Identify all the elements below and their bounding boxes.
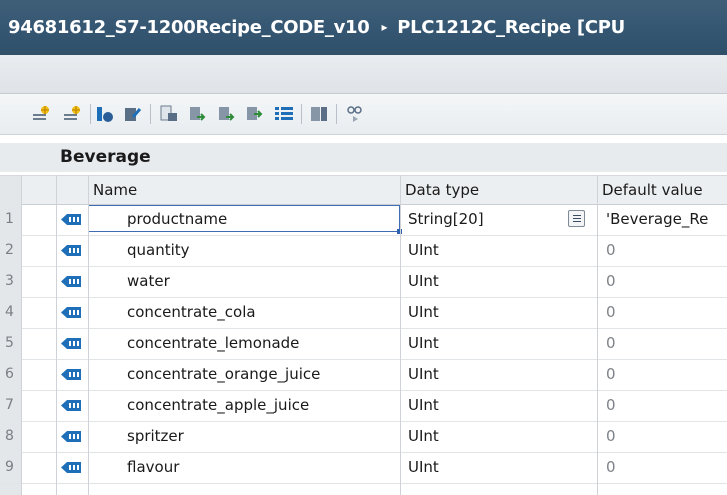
default-value[interactable]: 0 — [606, 266, 616, 297]
table-header: Name Data type Default value — [0, 175, 727, 205]
apply-values-icon[interactable] — [245, 105, 265, 123]
column-header-default-value[interactable]: Default value — [602, 176, 703, 204]
variable-name[interactable]: concentrate_orange_juice — [127, 359, 320, 390]
data-type[interactable]: UInt — [408, 297, 439, 328]
default-value[interactable]: 0 — [606, 452, 616, 483]
row-number: 1 — [0, 204, 21, 235]
variable-name[interactable]: concentrate_cola — [127, 297, 256, 328]
settings-icon[interactable] — [309, 105, 329, 123]
input-parameter-icon — [61, 400, 81, 411]
row-number-header — [0, 176, 21, 204]
variable-name[interactable]: quantity — [127, 235, 190, 266]
table-row[interactable]: 8 spritzer UInt 0 — [0, 421, 727, 453]
grid-line — [400, 175, 401, 495]
variable-name[interactable]: concentrate_lemonade — [127, 328, 299, 359]
column-header-name[interactable]: Name — [93, 176, 137, 204]
row-number: 4 — [0, 297, 21, 328]
default-value[interactable]: 0 — [606, 359, 616, 390]
data-type[interactable]: UInt — [408, 235, 439, 266]
default-value[interactable]: 0 — [606, 390, 616, 421]
toolbar-separator — [150, 104, 151, 124]
copy-snapshot-icon[interactable] — [188, 105, 208, 123]
variable-name[interactable]: flavour — [127, 452, 179, 483]
table-row[interactable]: 1 productname String[20] 'Beverage_Re — [0, 204, 727, 236]
data-type[interactable]: UInt — [408, 390, 439, 421]
expand-icon[interactable] — [95, 105, 115, 123]
data-type[interactable]: UInt — [408, 359, 439, 390]
data-type-list-button[interactable] — [568, 210, 585, 227]
row-number-stub — [0, 484, 21, 495]
default-value[interactable]: 0 — [606, 421, 616, 452]
data-type[interactable]: UInt — [408, 328, 439, 359]
input-parameter-icon — [61, 462, 81, 473]
device-name: PLC1212C_Recipe [CPU — [397, 17, 625, 38]
toolbar-separator — [336, 104, 337, 124]
window-title-bar: 94681612_S7-1200Recipe_CODE_v10 ▸ PLC1212C… — [0, 0, 727, 55]
breadcrumb-separator-icon: ▸ — [381, 20, 388, 34]
row-number: 7 — [0, 390, 21, 421]
input-parameter-icon — [61, 276, 81, 287]
row-number: 3 — [0, 266, 21, 297]
grid-line — [597, 175, 598, 495]
input-parameter-icon — [61, 369, 81, 380]
table-row[interactable]: 7 concentrate_apple_juice UInt 0 — [0, 390, 727, 422]
table-row[interactable]: 6 concentrate_orange_juice UInt 0 — [0, 359, 727, 391]
row-number: 8 — [0, 421, 21, 452]
block-name: Beverage — [60, 147, 151, 167]
project-name: 94681612_S7-1200Recipe_CODE_v10 — [8, 17, 370, 38]
row-number: 2 — [0, 235, 21, 266]
input-parameter-icon — [61, 431, 81, 442]
table-row[interactable]: 2 quantity UInt 0 — [0, 235, 727, 267]
show-monitoring-icon[interactable] — [345, 105, 365, 123]
block-name-row: Beverage — [0, 143, 727, 172]
variable-name[interactable]: water — [127, 266, 170, 297]
variable-name[interactable]: productname — [127, 204, 227, 235]
input-parameter-icon — [61, 245, 81, 256]
default-value[interactable]: 0 — [606, 328, 616, 359]
keep-actual-values-icon[interactable] — [274, 105, 294, 123]
toolbar-separator — [90, 104, 91, 124]
default-value[interactable]: 0 — [606, 235, 616, 266]
toolbar-separator — [301, 104, 302, 124]
insert-row-icon[interactable] — [32, 105, 52, 123]
data-type[interactable]: UInt — [408, 452, 439, 483]
data-type[interactable]: UInt — [408, 266, 439, 297]
editor-header-strip — [0, 55, 727, 94]
default-value[interactable]: 'Beverage_Re — [606, 204, 708, 235]
input-parameter-icon — [61, 307, 81, 318]
grid-line — [21, 175, 22, 495]
grid-line — [88, 175, 89, 495]
row-number: 9 — [0, 452, 21, 483]
load-start-values-icon[interactable] — [217, 105, 237, 123]
row-number: 5 — [0, 328, 21, 359]
add-row-icon[interactable] — [63, 105, 83, 123]
table-row[interactable]: 5 concentrate_lemonade UInt 0 — [0, 328, 727, 360]
input-parameter-icon — [61, 338, 81, 349]
column-header-data-type[interactable]: Data type — [405, 176, 479, 204]
grid-line — [56, 175, 57, 495]
input-parameter-icon — [61, 214, 81, 225]
table-row[interactable]: 4 concentrate_cola UInt 0 — [0, 297, 727, 329]
variable-name[interactable]: spritzer — [127, 421, 184, 452]
snapshot-icon[interactable] — [159, 105, 179, 123]
table-row[interactable]: 3 water UInt 0 — [0, 266, 727, 298]
row-number: 6 — [0, 359, 21, 390]
data-type[interactable]: String[20] — [408, 204, 484, 235]
variable-name[interactable]: concentrate_apple_juice — [127, 390, 309, 421]
monitor-icon[interactable] — [123, 105, 143, 123]
default-value[interactable]: 0 — [606, 297, 616, 328]
data-type[interactable]: UInt — [408, 421, 439, 452]
table-row[interactable]: 9 flavour UInt 0 — [0, 452, 727, 484]
